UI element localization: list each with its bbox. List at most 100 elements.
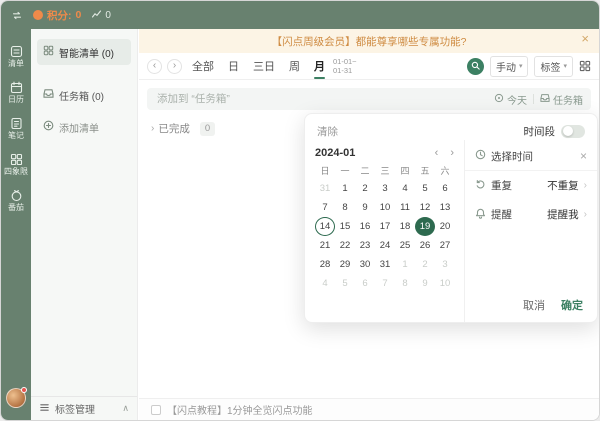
day-cell[interactable]: 28 xyxy=(315,255,335,274)
time-range-label: 时间段 xyxy=(524,124,556,139)
sidebar-item-pomodoro[interactable]: 番茄 xyxy=(8,189,24,212)
tab-月[interactable]: 月 xyxy=(314,53,325,79)
day-cell[interactable]: 30 xyxy=(355,255,375,274)
day-cell[interactable]: 23 xyxy=(355,236,375,255)
task-input[interactable] xyxy=(155,92,494,106)
day-cell[interactable]: 31 xyxy=(375,255,395,274)
promo-banner[interactable]: 【闪点周级会员】都能尊享哪些专属功能? × xyxy=(139,29,599,53)
list-item-label: 任务箱 (0) xyxy=(59,88,104,103)
day-cell[interactable]: 20 xyxy=(435,217,455,236)
sort-manual-label: 手动 xyxy=(496,59,516,74)
day-cell[interactable]: 2 xyxy=(355,179,375,198)
day-cell[interactable]: 9 xyxy=(355,198,375,217)
day-cell[interactable]: 8 xyxy=(335,198,355,217)
day-cell[interactable]: 25 xyxy=(395,236,415,255)
sort-manual-button[interactable]: 手动 ▾ xyxy=(490,56,529,77)
day-cell[interactable]: 19 xyxy=(415,217,435,236)
search-button[interactable] xyxy=(467,58,484,75)
prev-period-button[interactable]: ‹ xyxy=(147,59,162,74)
select-time-row[interactable]: 选择时间 × xyxy=(465,142,597,171)
add-list-button[interactable]: 添加清单 xyxy=(37,115,131,139)
points-display[interactable]: 积分: 0 xyxy=(33,8,81,23)
day-cell[interactable]: 2 xyxy=(415,255,435,274)
sync-icon[interactable] xyxy=(11,10,23,21)
sidebar-item-notes[interactable]: 笔记 xyxy=(8,117,24,140)
day-cell[interactable]: 9 xyxy=(415,274,435,293)
repeat-value: 不重复 xyxy=(547,178,579,193)
list-item-taskbox[interactable]: 任务箱 (0) xyxy=(37,83,131,107)
day-cell[interactable]: 29 xyxy=(335,255,355,274)
day-cell[interactable]: 27 xyxy=(435,236,455,255)
day-cell[interactable]: 12 xyxy=(415,198,435,217)
user-avatar[interactable] xyxy=(6,388,26,408)
clear-button[interactable]: 清除 xyxy=(317,124,338,139)
day-cell[interactable]: 10 xyxy=(435,274,455,293)
day-cell[interactable]: 1 xyxy=(335,179,355,198)
trend-display[interactable]: 0 xyxy=(91,9,111,22)
repeat-icon xyxy=(475,179,486,193)
day-cell[interactable]: 18 xyxy=(395,217,415,236)
cancel-button[interactable]: 取消 xyxy=(523,297,545,313)
tutorial-checkbox[interactable] xyxy=(151,405,161,415)
day-cell[interactable]: 31 xyxy=(315,179,335,198)
repeat-row[interactable]: 重复 不重复 › xyxy=(465,171,597,200)
sidebar-item-calendar[interactable]: 日历 xyxy=(8,81,24,104)
day-cell[interactable]: 17 xyxy=(375,217,395,236)
sidebar-item-lists[interactable]: 清单 xyxy=(8,45,24,68)
day-cell[interactable]: 8 xyxy=(395,274,415,293)
target-list-button[interactable]: 任务箱 xyxy=(540,92,583,107)
bell-icon xyxy=(475,208,486,222)
repeat-label: 重复 xyxy=(491,178,512,193)
day-cell[interactable]: 10 xyxy=(375,198,395,217)
weekday-label: 四 xyxy=(395,164,415,179)
tab-日[interactable]: 日 xyxy=(228,53,239,79)
date-range-line2: 01-31 xyxy=(333,66,357,75)
day-cell[interactable]: 4 xyxy=(315,274,335,293)
day-cell[interactable]: 5 xyxy=(335,274,355,293)
day-cell[interactable]: 4 xyxy=(395,179,415,198)
day-cell[interactable]: 11 xyxy=(395,198,415,217)
due-today-button[interactable]: 今天 xyxy=(494,92,527,107)
sidebar-item-label: 清单 xyxy=(8,60,24,68)
day-cell[interactable]: 6 xyxy=(355,274,375,293)
banner-close-icon[interactable]: × xyxy=(581,32,589,45)
expand-chevron-icon[interactable]: › xyxy=(151,123,154,134)
day-cell[interactable]: 7 xyxy=(315,198,335,217)
day-cell[interactable]: 21 xyxy=(315,236,335,255)
note-icon xyxy=(10,117,23,130)
day-cell[interactable]: 15 xyxy=(335,217,355,236)
list-item-smart[interactable]: 智能清单 (0) xyxy=(37,39,131,65)
time-range-toggle[interactable] xyxy=(561,125,585,138)
completed-count-badge: 0 xyxy=(200,122,215,136)
prev-month-button[interactable]: ‹ xyxy=(435,147,439,159)
view-toolbar: ‹ › 全部日三日周月 01-01~ 01-31 手动 ▾ 标签 ▾ xyxy=(139,53,599,80)
day-cell[interactable]: 24 xyxy=(375,236,395,255)
remind-row[interactable]: 提醒 提醒我 › xyxy=(465,200,597,229)
day-cell[interactable]: 3 xyxy=(375,179,395,198)
promo-banner-text: 【闪点周级会员】都能尊享哪些专属功能? xyxy=(272,34,467,49)
clear-time-icon[interactable]: × xyxy=(580,150,587,162)
day-cell[interactable]: 13 xyxy=(435,198,455,217)
date-options: 选择时间 × 重复 不重复 › 提醒 提醒我 › xyxy=(465,140,597,322)
tag-manage-button[interactable]: 标签管理 ∧ xyxy=(31,396,137,420)
day-cell[interactable]: 14 xyxy=(315,217,335,236)
tab-周[interactable]: 周 xyxy=(289,53,300,79)
confirm-button[interactable]: 确定 xyxy=(561,297,583,313)
day-cell[interactable]: 16 xyxy=(355,217,375,236)
day-cell[interactable]: 6 xyxy=(435,179,455,198)
next-period-button[interactable]: › xyxy=(167,59,182,74)
sidebar-item-quadrant[interactable]: 四象限 xyxy=(4,153,28,176)
day-cell[interactable]: 26 xyxy=(415,236,435,255)
day-cell[interactable]: 7 xyxy=(375,274,395,293)
day-cell[interactable]: 5 xyxy=(415,179,435,198)
tab-全部[interactable]: 全部 xyxy=(192,53,214,79)
next-month-button[interactable]: › xyxy=(450,147,454,159)
day-cell[interactable]: 22 xyxy=(335,236,355,255)
collapse-chevron-icon[interactable]: ∧ xyxy=(122,403,129,414)
tab-三日[interactable]: 三日 xyxy=(253,53,275,79)
day-cell[interactable]: 1 xyxy=(395,255,415,274)
remind-value: 提醒我 xyxy=(547,207,579,222)
day-cell[interactable]: 3 xyxy=(435,255,455,274)
layout-grid-icon[interactable] xyxy=(579,60,591,72)
tag-filter-button[interactable]: 标签 ▾ xyxy=(534,56,573,77)
